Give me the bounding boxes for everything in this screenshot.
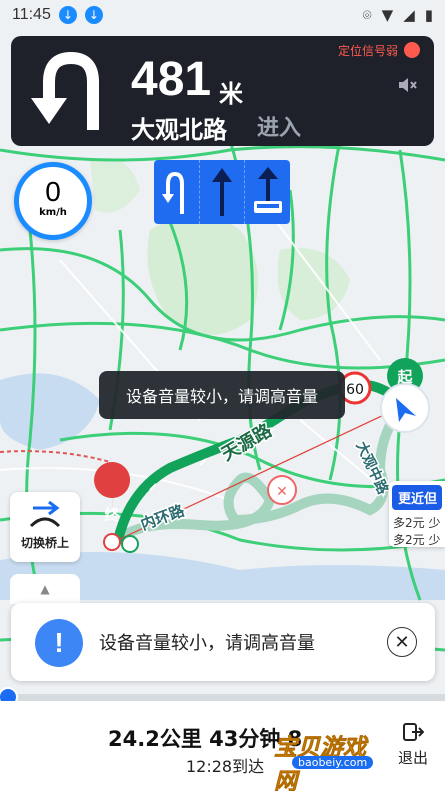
lane-guidance: [154, 160, 290, 224]
route-progress: [0, 687, 445, 707]
toast-text: 设备音量较小，请调高音量: [125, 387, 318, 406]
close-alert-button[interactable]: ✕: [387, 627, 417, 657]
destination-dot: [103, 533, 121, 551]
chevron-up-icon: ▲: [40, 582, 50, 596]
end-marker-label: 终: [104, 506, 120, 524]
exit-label: 退出: [397, 749, 428, 767]
expand-button[interactable]: ▲: [10, 574, 80, 604]
gps-weak-icon: [404, 42, 420, 58]
exit-icon: [403, 723, 424, 741]
mute-icon[interactable]: [396, 74, 418, 96]
signal-icon: ◢: [403, 6, 415, 24]
turn-action: 进入: [257, 116, 302, 141]
u-turn-lane-icon: [162, 171, 185, 214]
lane-uturn: [154, 160, 200, 224]
download-icon: ↓: [58, 6, 77, 24]
bus-lane-icon: [253, 167, 282, 213]
status-time: 11:45: [12, 6, 51, 23]
alt-route-tag[interactable]: 更近但 多2元 少 多2元 少: [389, 481, 445, 547]
speedometer: 0 km/h: [14, 162, 92, 240]
switch-bridge-label: 切换桥上: [20, 536, 69, 550]
lane-bus: [245, 160, 290, 224]
alt-route-diff: 多2元 少: [393, 516, 441, 530]
alt-route-title: 更近但: [392, 485, 442, 510]
volume-alert: ! 设备音量较小，请调高音量 ✕: [11, 603, 435, 681]
wifi-icon: ▼: [381, 6, 394, 24]
switch-bridge-button[interactable]: 切换桥上: [10, 492, 80, 562]
info-icon: !: [35, 619, 83, 667]
gps-weak-label: 定位信号弱: [337, 44, 398, 58]
speed-value: 0: [45, 176, 61, 207]
poi-icon-glyph: ✕: [276, 484, 288, 500]
guidance-card[interactable]: 481 米 大观北路 进入 定位信号弱: [11, 36, 434, 146]
alert-text: 设备音量较小，请调高音量: [99, 633, 315, 654]
bridge-switch-icon: [29, 500, 61, 528]
alt-route-diff: 多2元 少: [393, 533, 441, 547]
straight-arrow-icon: [212, 168, 232, 216]
battery-icon: ▮: [424, 6, 433, 24]
u-turn-icon: [31, 51, 99, 130]
arrival-time: 12:28到达: [186, 757, 265, 776]
location-icon: ⌾: [362, 6, 372, 24]
speed-limit-value: 60: [346, 382, 364, 398]
watermark-url: baobeiy.com: [292, 756, 374, 769]
next-road: 大观北路: [131, 116, 227, 144]
speed-unit: km/h: [39, 207, 67, 218]
lane-straight: [200, 160, 246, 224]
watermark: 宝贝游戏网 baobeiy.com: [266, 704, 386, 791]
status-bar: 11:45 ↓ ↓ ⌾ ▼ ◢ ▮: [0, 0, 445, 30]
volume-toast: 设备音量较小，请调高音量: [99, 371, 345, 419]
exit-button[interactable]: 退出: [393, 721, 433, 768]
download-icon: ↓: [84, 6, 103, 24]
destination-dot: [121, 535, 139, 553]
distance-unit: 米: [219, 80, 243, 108]
turn-distance: 481: [131, 53, 212, 106]
